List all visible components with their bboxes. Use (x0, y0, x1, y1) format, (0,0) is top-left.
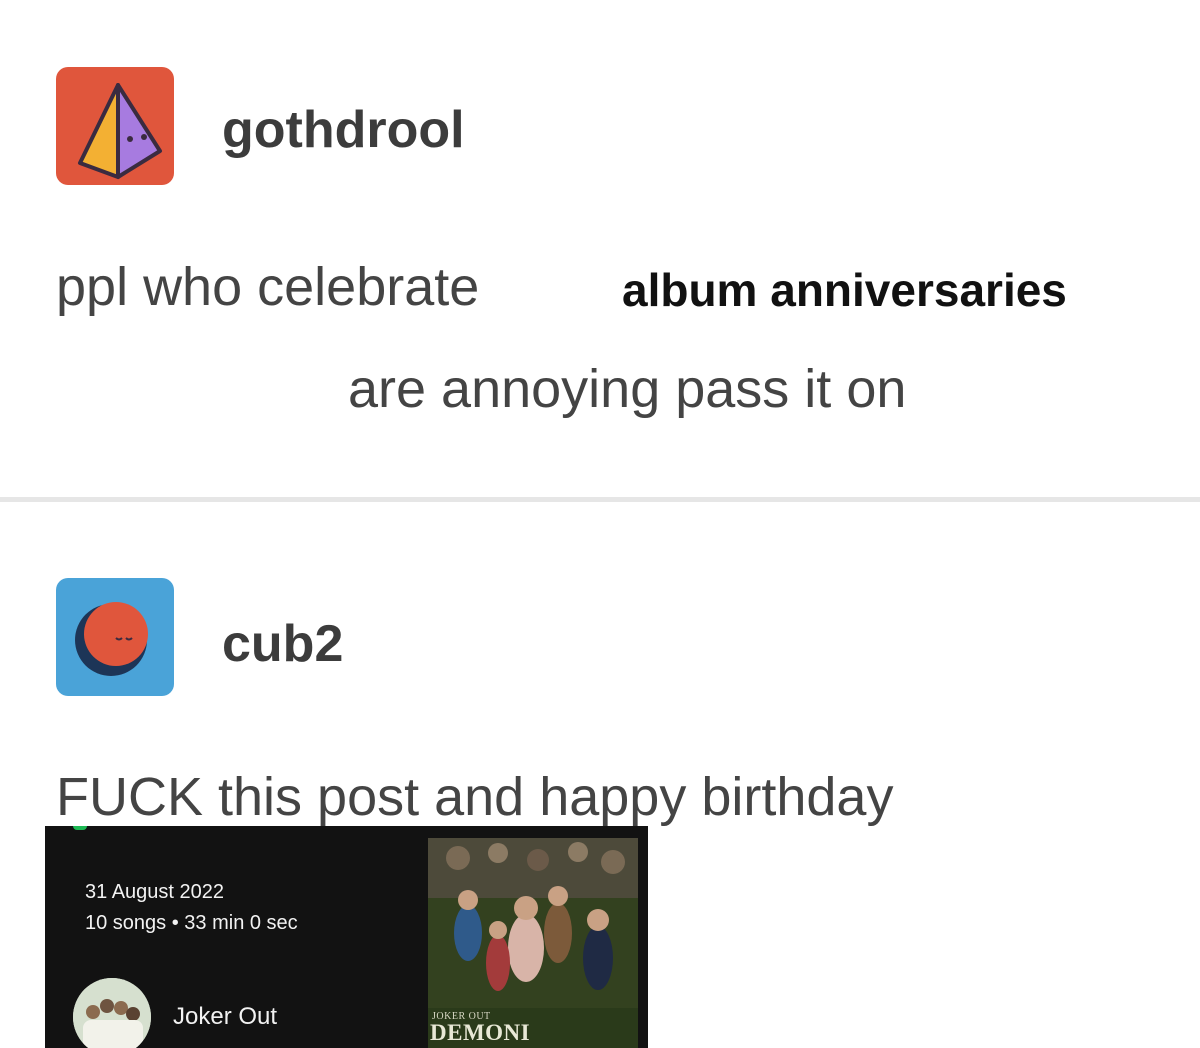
album-cover[interactable]: JOKER OUT DEMONI (428, 838, 638, 1048)
username[interactable]: gothdrool (222, 100, 465, 160)
post-text: FUCK this post and happy birthday (56, 767, 894, 827)
post-text-line-2: are annoying pass it on (348, 359, 907, 419)
cover-title: DEMONI (430, 1020, 531, 1045)
pyramid-face-icon (78, 83, 162, 179)
release-date: 31 August 2022 (85, 881, 225, 903)
username[interactable]: cub2 (222, 614, 343, 674)
artist-avatar[interactable] (73, 978, 151, 1048)
post-text-line-1: ppl who celebrate (56, 257, 480, 317)
band-photo-icon (73, 978, 151, 1048)
avatar[interactable] (56, 578, 174, 696)
post-text-highlight: album anniversaries (622, 264, 1067, 316)
moon-face-icon (75, 602, 148, 676)
avatar[interactable] (56, 67, 174, 185)
album-details: 10 songs • 33 min 0 sec (85, 912, 298, 934)
status-indicator (73, 826, 87, 830)
album-card[interactable]: 31 August 2022 10 songs • 33 min 0 sec J… (45, 826, 648, 1048)
artist-name[interactable]: Joker Out (173, 1003, 277, 1031)
post-gothdrool: gothdrool ppl who celebrate album annive… (0, 0, 1200, 498)
